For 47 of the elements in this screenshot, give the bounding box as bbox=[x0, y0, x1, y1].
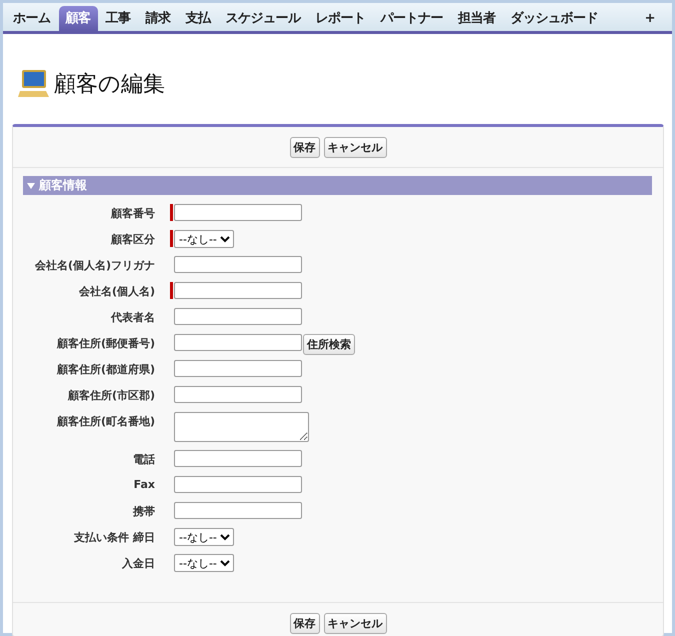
page-title: 顧客の編集 bbox=[54, 71, 165, 99]
section-title: 顧客情報 bbox=[39, 177, 87, 194]
field-label: 顧客住所(町名番地) bbox=[56, 414, 155, 429]
nav-tab[interactable]: スケジュール bbox=[218, 6, 308, 31]
text-area[interactable] bbox=[174, 412, 309, 442]
address-search-button[interactable]: 住所検索 bbox=[303, 334, 355, 355]
field-label: 会社名(個人名) bbox=[78, 284, 155, 299]
field-label: Fax bbox=[132, 477, 155, 491]
text-field[interactable] bbox=[174, 308, 302, 325]
field-label: 顧客住所(郵便番号) bbox=[56, 336, 155, 351]
nav-tab[interactable]: レポート bbox=[308, 6, 372, 31]
text-field[interactable] bbox=[174, 476, 302, 493]
field-label: 顧客番号 bbox=[110, 206, 155, 221]
text-field[interactable] bbox=[174, 386, 302, 403]
text-field[interactable] bbox=[174, 334, 302, 351]
nav-tab[interactable]: 請求 bbox=[138, 6, 178, 31]
computer-icon bbox=[18, 69, 50, 99]
dropdown[interactable]: --なし-- bbox=[174, 554, 234, 572]
dropdown[interactable]: --なし-- bbox=[174, 230, 234, 248]
cancel-button[interactable]: キャンセル bbox=[324, 612, 386, 634]
field-label: 携帯 bbox=[132, 504, 155, 519]
field-label: 入金日 bbox=[121, 556, 155, 571]
field-label: 顧客住所(市区郡) bbox=[66, 388, 155, 403]
field-label: 会社名(個人名)フリガナ bbox=[34, 258, 155, 273]
nav-tab[interactable]: 顧客 bbox=[58, 6, 98, 31]
text-field[interactable] bbox=[174, 502, 302, 519]
field-label: 代表者名 bbox=[110, 310, 155, 325]
save-button[interactable]: 保存 bbox=[290, 612, 320, 634]
text-field[interactable] bbox=[174, 282, 302, 299]
nav-tab[interactable]: 担当者 bbox=[451, 6, 502, 31]
add-tab-button[interactable]: + bbox=[638, 6, 662, 31]
nav-tab[interactable]: ダッシュボード bbox=[504, 6, 605, 31]
field-label: 支払い条件 締日 bbox=[73, 530, 155, 545]
cancel-button[interactable]: キャンセル bbox=[324, 136, 386, 158]
text-field[interactable] bbox=[174, 360, 302, 377]
nav-tab[interactable]: 工事 bbox=[98, 6, 138, 31]
nav-tab[interactable]: 支払 bbox=[178, 6, 218, 31]
field-label: 顧客区分 bbox=[110, 232, 155, 247]
field-label: 電話 bbox=[132, 452, 155, 467]
dropdown[interactable]: --なし-- bbox=[174, 528, 234, 546]
text-field[interactable] bbox=[174, 204, 302, 221]
nav-tab[interactable]: ホーム bbox=[6, 6, 58, 31]
nav-tab[interactable]: パートナー bbox=[374, 6, 450, 31]
text-field[interactable] bbox=[174, 450, 302, 467]
save-button[interactable]: 保存 bbox=[290, 136, 320, 158]
text-field[interactable] bbox=[174, 256, 302, 273]
field-label: 顧客住所(都道府県) bbox=[56, 362, 155, 377]
